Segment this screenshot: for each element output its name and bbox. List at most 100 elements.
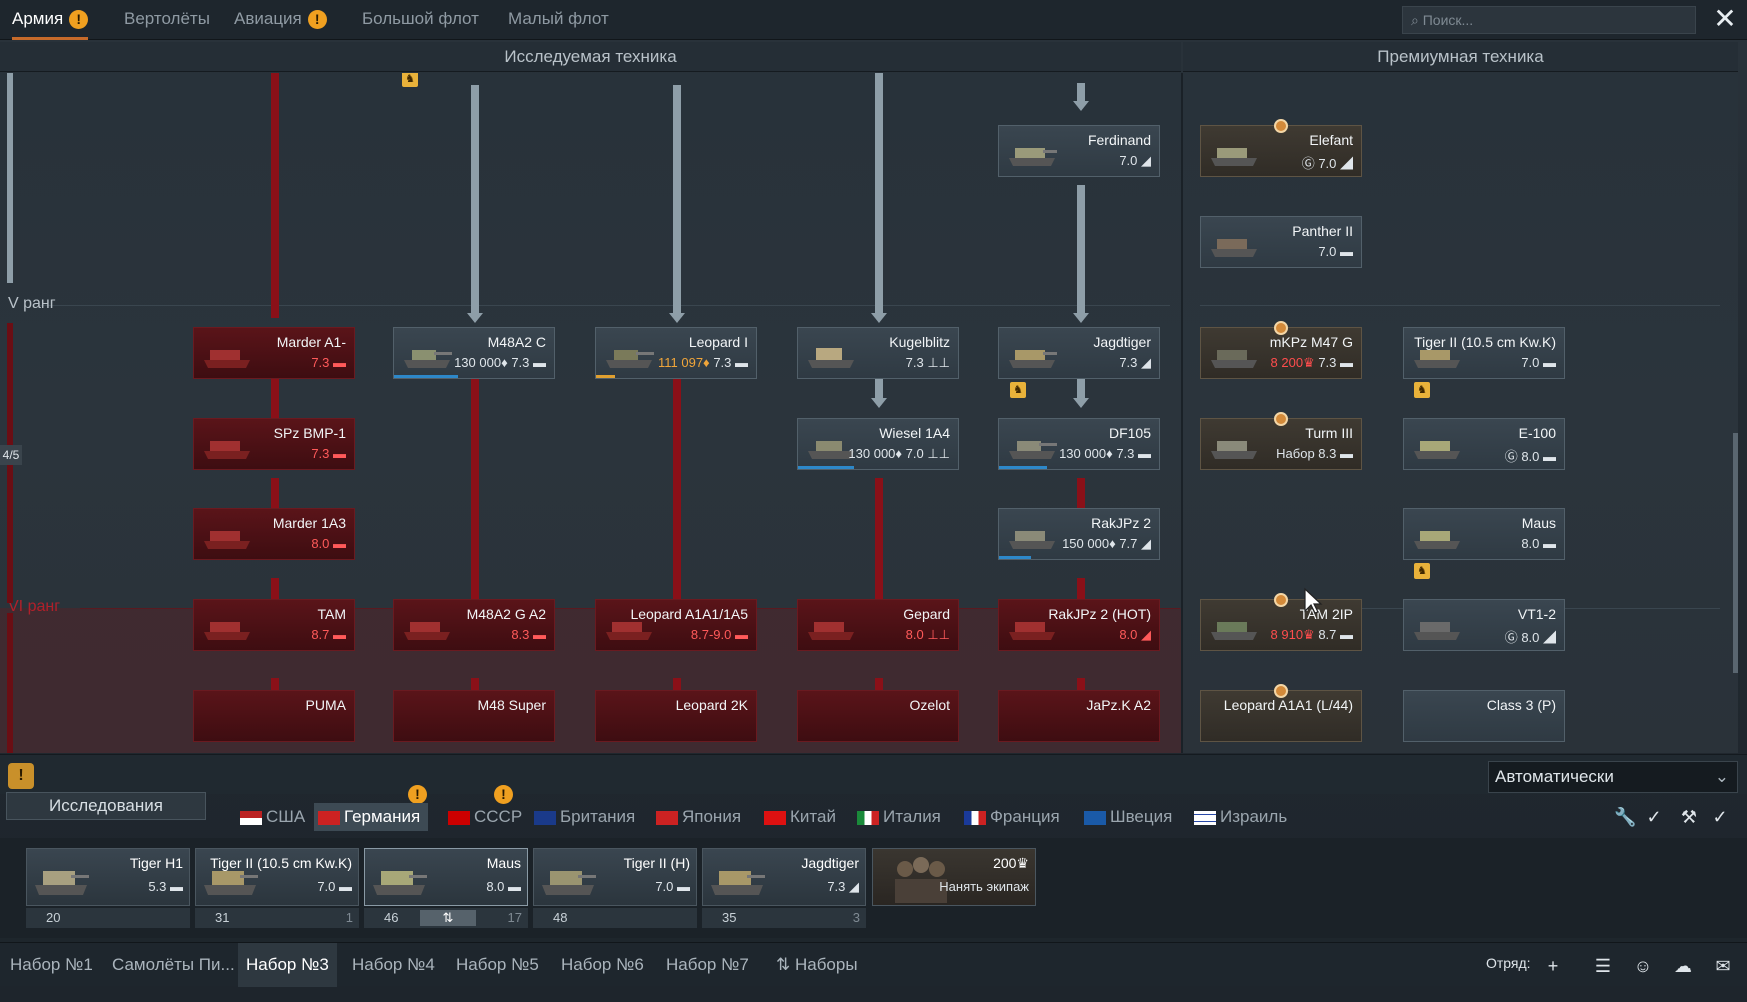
tab-aviation[interactable]: Авиация!	[234, 0, 327, 40]
nation-italy[interactable]: Италия	[853, 803, 941, 831]
vehicle-card-marder-1a3[interactable]: Marder 1A3 8.0 ▬	[193, 508, 355, 560]
premium-card-panther-2[interactable]: Panther II 7.0 ▬	[1200, 216, 1362, 268]
premium-card-vt1-2[interactable]: VT1-2 Ⓖ 8.0 ◢	[1403, 599, 1565, 651]
crew-slot[interactable]: Tiger H1 5.3 ▬ 20	[26, 848, 190, 928]
nation-label: Германия	[344, 807, 421, 826]
vehicle-card-tam[interactable]: TAM 8.7 ▬	[193, 599, 355, 651]
presets-button[interactable]: ⇅ Наборы	[768, 943, 866, 987]
preset-tab-1[interactable]: Набор №1	[2, 943, 101, 987]
vehicle-card-leopard-a1a1[interactable]: Leopard A1A1/1A5 8.7-9.0 ▬	[595, 599, 757, 651]
tab-coastal-fleet[interactable]: Малый флот	[508, 0, 609, 40]
nation-israel[interactable]: Израиль	[1190, 803, 1287, 831]
crew-slot[interactable]: Jagdtiger 7.3 ◢ 35 3	[702, 848, 866, 928]
vehicle-price: 8 910♛	[1270, 627, 1315, 642]
vehicle-card-m48-super[interactable]: M48 Super	[393, 690, 555, 742]
sort-icon: ⇅	[776, 955, 795, 974]
nation-sweden[interactable]: Швеция	[1080, 803, 1172, 831]
vehicle-stats: 7.3 ▬	[311, 446, 346, 461]
vehicle-name: Panther II	[1292, 223, 1353, 239]
vehicle-card-wiesel[interactable]: Wiesel 1A4 130 000♦ 7.0 ⊥⊥	[797, 418, 959, 470]
tank-icon	[1009, 350, 1057, 368]
friends-icon[interactable]: ☺	[1632, 955, 1654, 977]
nation-usa[interactable]: США	[236, 803, 305, 831]
vehicle-card-leopard-2k[interactable]: Leopard 2K	[595, 690, 757, 742]
vehicle-card-leopard-1[interactable]: Leopard I 111 097♦ 7.3 ▬	[595, 327, 757, 379]
vehicle-name: VT1-2	[1517, 606, 1556, 622]
auto-select-dropdown[interactable]: Автоматически ⌄	[1488, 761, 1738, 793]
premium-card-class3p[interactable]: Class 3 (P)	[1403, 690, 1565, 742]
crew-badge-icon: ♞	[1010, 382, 1026, 398]
research-progress	[394, 375, 458, 378]
hire-crew-button[interactable]: 200♛ Нанять экипаж	[872, 848, 1036, 928]
shield-warning-icon[interactable]: !	[8, 763, 34, 789]
tank-icon	[204, 531, 250, 549]
crew-slot[interactable]: Tiger II (H) 7.0 ▬ 48	[533, 848, 697, 928]
search-input[interactable]: ⌕ Поиск...	[1402, 6, 1696, 34]
nation-germany[interactable]: Германия	[314, 803, 429, 831]
nation-china[interactable]: Китай	[760, 803, 836, 831]
tank-icon	[204, 441, 250, 459]
add-icon[interactable]: +	[1542, 955, 1564, 977]
tank-icon	[1414, 622, 1460, 640]
vehicle-card-m48a2c[interactable]: M48A2 C 130 000♦ 7.3 ▬	[393, 327, 555, 379]
preset-tab-2[interactable]: Самолёты Пи...	[104, 943, 243, 987]
repair-all-icon[interactable]: ⚒	[1678, 806, 1700, 828]
vehicle-card-gepard[interactable]: Gepard 8.0 ⊥⊥	[797, 599, 959, 651]
tree-scrollbar[interactable]	[1733, 433, 1738, 673]
nation-japan[interactable]: Япония	[652, 803, 741, 831]
premium-card-e100[interactable]: E-100 Ⓖ 8.0 ▬	[1403, 418, 1565, 470]
tree-link	[271, 378, 279, 418]
nation-france[interactable]: Франция	[960, 803, 1060, 831]
close-icon[interactable]: ✕	[1710, 4, 1740, 34]
preset-tab-5[interactable]: Набор №5	[448, 943, 547, 987]
tab-bluewater-fleet[interactable]: Большой флот	[362, 0, 479, 40]
flag-usa-icon	[240, 811, 262, 825]
nation-britain[interactable]: Британия	[530, 803, 635, 831]
vehicle-card-m48a2ga2[interactable]: M48A2 G A2 8.3 ▬	[393, 599, 555, 651]
vehicle-card-spz-bmp1[interactable]: SPz BMP-1 7.3 ▬	[193, 418, 355, 470]
vehicle-name: M48 Super	[477, 697, 546, 713]
rank-page-indicator: 4/5	[0, 445, 22, 465]
crew-extra: 1	[345, 910, 353, 925]
tech-tree[interactable]: V ранг VI ранг 4/5 Ferdinand 7.0 ◢ Marde…	[0, 73, 1738, 753]
event-medal-icon	[1274, 119, 1288, 133]
crew-extra: 3	[852, 910, 860, 925]
vehicle-card-japz-k-a2[interactable]: JaPz.K A2	[998, 690, 1160, 742]
nation-ussr[interactable]: СССР	[444, 803, 522, 831]
tree-arrow	[669, 313, 685, 323]
swap-icon[interactable]: ⇅	[420, 910, 476, 926]
vehicle-card-rakjpz2-hot[interactable]: RakJPz 2 (HOT) 8.0 ◢	[998, 599, 1160, 651]
check-icon[interactable]: ✓	[1643, 806, 1665, 828]
chat-icon[interactable]: ☁	[1672, 955, 1694, 977]
vehicle-stats: 111 097♦ 7.3 ▬	[658, 355, 748, 370]
preset-tab-6[interactable]: Набор №6	[553, 943, 652, 987]
vehicle-card-kugelblitz[interactable]: Kugelblitz 7.3 ⊥⊥	[797, 327, 959, 379]
vehicle-card-jagdtiger[interactable]: Jagdtiger 7.3 ◢	[998, 327, 1160, 379]
tab-army[interactable]: Армия!	[12, 0, 89, 40]
tab-helicopters[interactable]: Вертолёты	[124, 0, 210, 40]
preset-tab-3[interactable]: Набор №3	[238, 943, 337, 987]
hire-label: Нанять экипаж	[939, 879, 1029, 894]
vehicle-card-ozelot[interactable]: Ozelot	[797, 690, 959, 742]
wrench-icon[interactable]: 🔧	[1614, 806, 1636, 828]
crew-slot[interactable]: Tiger II (10.5 cm Kw.K) 7.0 ▬ 31 1	[195, 848, 359, 928]
vehicle-card-puma[interactable]: PUMA	[193, 690, 355, 742]
list-icon[interactable]: ☰	[1592, 955, 1614, 977]
premium-divider	[1181, 73, 1183, 753]
crew-slot-selected[interactable]: Maus 8.0 ▬ 46 ⇅ 17	[364, 848, 528, 928]
vehicle-card-ferdinand[interactable]: Ferdinand 7.0 ◢	[998, 125, 1160, 177]
tank-icon	[204, 622, 250, 640]
check-all-icon[interactable]: ✓	[1709, 806, 1731, 828]
premium-card-tiger-2-105[interactable]: Tiger II (10.5 cm Kw.K) 7.0 ▬	[1403, 327, 1565, 379]
vehicle-card-df105[interactable]: DF105 130 000♦ 7.3 ▬	[998, 418, 1160, 470]
vehicle-name: DF105	[1108, 425, 1151, 441]
crew-badge-icon: ♞	[1414, 563, 1430, 579]
vehicle-card-rakjpz2[interactable]: RakJPz 2 150 000♦ 7.7 ◢	[998, 508, 1160, 560]
mail-icon[interactable]: ✉	[1712, 955, 1734, 977]
premium-card-maus[interactable]: Maus 8.0 ▬	[1403, 508, 1565, 560]
tab-coastal-label: Малый флот	[508, 9, 609, 28]
mouse-cursor-icon	[1304, 587, 1323, 614]
vehicle-card-marder-a1[interactable]: Marder A1- 7.3 ▬	[193, 327, 355, 379]
preset-tab-7[interactable]: Набор №7	[658, 943, 757, 987]
preset-tab-4[interactable]: Набор №4	[344, 943, 443, 987]
